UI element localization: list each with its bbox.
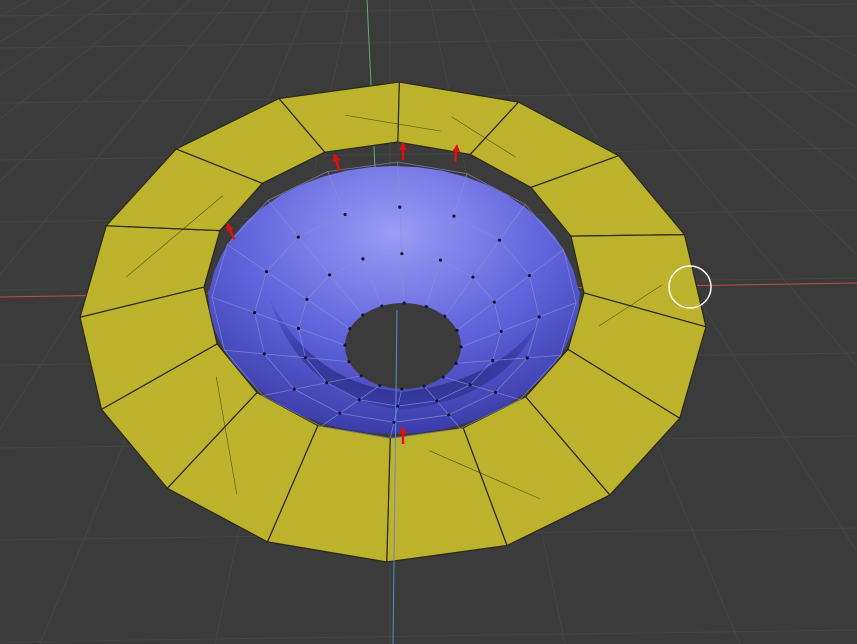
mesh-vertex <box>468 383 472 387</box>
mesh-vertex <box>455 328 459 332</box>
mesh-vertex <box>343 343 347 347</box>
mesh-vertex <box>459 345 463 349</box>
mesh-vertex <box>398 205 402 209</box>
mesh-vertex <box>402 301 406 305</box>
mesh-vertex <box>361 313 365 317</box>
mesh-vertex <box>438 258 443 262</box>
mesh-vertex <box>359 374 363 378</box>
mesh-vertex <box>327 273 332 277</box>
3d-viewport[interactable] <box>0 0 857 644</box>
mesh-vertex <box>338 411 342 415</box>
mesh-vertex <box>357 398 361 402</box>
mesh-vertex <box>252 310 257 315</box>
mesh-vertex <box>441 375 445 379</box>
mesh-vertex <box>296 326 301 330</box>
mesh-vertex <box>452 214 456 218</box>
mesh-vertex <box>380 304 384 308</box>
mesh-vertex <box>348 327 352 331</box>
mesh-vertex <box>262 352 266 356</box>
mesh-vertex <box>305 297 309 301</box>
mesh-vertex <box>454 361 458 365</box>
mesh-vertex <box>537 315 541 319</box>
mesh-vertex <box>471 275 475 279</box>
mesh-vertex <box>424 305 428 309</box>
mesh-vertex <box>400 252 404 256</box>
mesh-vertex <box>400 387 404 391</box>
mesh-vertex <box>396 404 400 408</box>
mesh-vertex <box>499 329 503 334</box>
mesh-vertex <box>303 356 308 360</box>
mesh-vertex <box>392 420 396 424</box>
mesh-vertex <box>343 212 347 217</box>
mesh-vertex <box>347 360 351 364</box>
mesh-vertex <box>361 257 365 261</box>
mesh-vertex <box>492 300 496 304</box>
mesh-vertex <box>435 399 439 403</box>
mesh-vertex <box>443 314 447 318</box>
mesh-vertex <box>497 238 502 242</box>
mesh-vertex <box>527 273 532 278</box>
mesh-vertex <box>378 383 382 387</box>
mesh-vertex <box>296 235 300 239</box>
mesh-vertex <box>264 269 269 274</box>
mesh-vertex <box>491 358 495 363</box>
mesh-vertex <box>525 356 529 360</box>
mesh-vertex <box>422 384 426 388</box>
mesh-vertex <box>292 387 296 391</box>
mesh-vertex <box>325 381 329 385</box>
mesh-vertex <box>493 390 498 394</box>
mesh-vertex <box>447 413 451 417</box>
